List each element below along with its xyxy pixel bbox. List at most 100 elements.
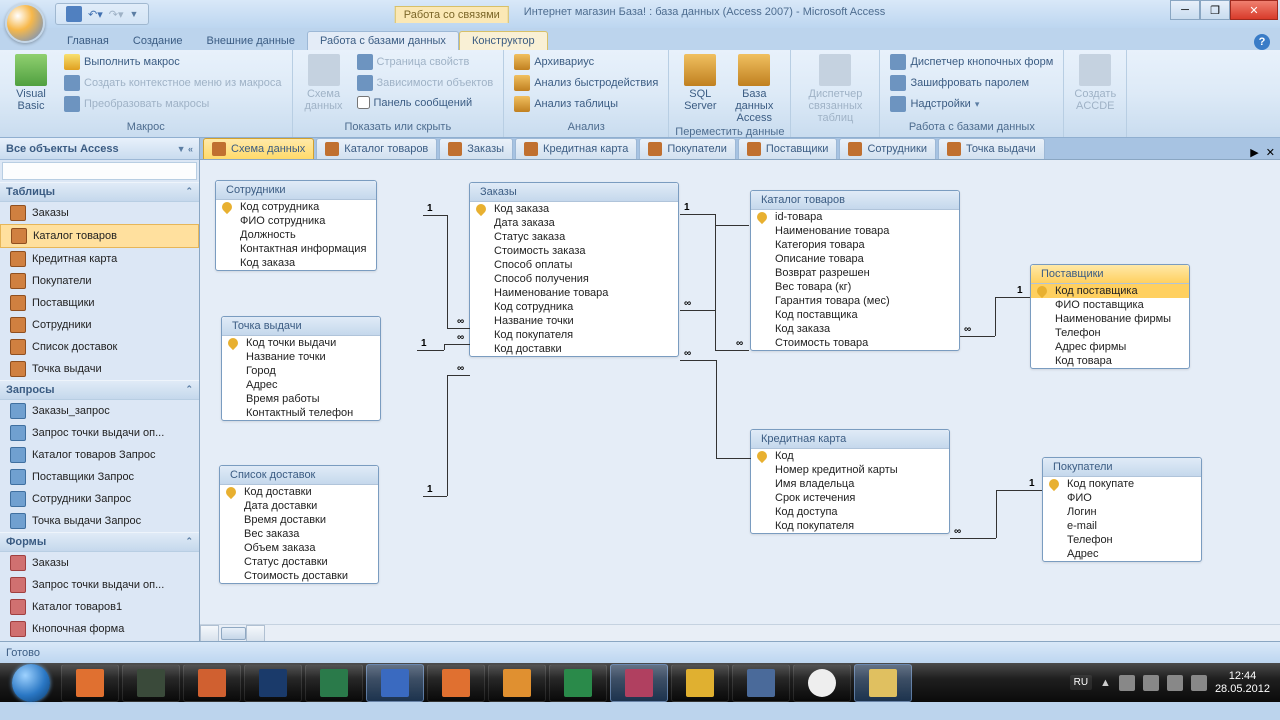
er-field[interactable]: Контактная информация bbox=[216, 242, 376, 256]
er-field[interactable]: Код bbox=[751, 449, 949, 463]
er-field[interactable]: Возврат разрешен bbox=[751, 266, 959, 280]
er-table[interactable]: ПокупателиКод покупатеФИОЛогинe-mailТеле… bbox=[1042, 457, 1202, 562]
er-field[interactable]: Стоимость заказа bbox=[470, 244, 678, 258]
er-field[interactable]: Код покупате bbox=[1043, 477, 1201, 491]
start-button[interactable] bbox=[4, 663, 58, 703]
nav-header[interactable]: Все объекты Access▼ « bbox=[0, 138, 199, 160]
er-field[interactable]: Статус доставки bbox=[220, 555, 378, 569]
er-table[interactable]: Каталог товаровid-товараНаименование тов… bbox=[750, 190, 960, 351]
er-field[interactable]: Наименование товара bbox=[751, 224, 959, 238]
er-table-header[interactable]: Поставщики bbox=[1031, 265, 1189, 284]
er-field[interactable]: Номер кредитной карты bbox=[751, 463, 949, 477]
nav-item[interactable]: Кредитная карта bbox=[0, 248, 199, 270]
er-field[interactable]: Адрес фирмы bbox=[1031, 340, 1189, 354]
taskbar-app[interactable] bbox=[366, 664, 424, 702]
er-field[interactable]: Адрес bbox=[222, 378, 380, 392]
nav-item[interactable]: Заказы bbox=[0, 552, 199, 574]
tabs-scroll-icon[interactable]: ▶ bbox=[1250, 146, 1258, 159]
nav-item[interactable]: Поставщики bbox=[0, 292, 199, 314]
nav-item[interactable]: Поставщики Запрос bbox=[0, 466, 199, 488]
taskbar-app[interactable] bbox=[183, 664, 241, 702]
message-bar-button[interactable]: Панель сообщений bbox=[353, 94, 498, 111]
er-table-header[interactable]: Список доставок bbox=[220, 466, 378, 485]
relationship-canvas[interactable]: Сотрудники Код сотрудника ФИО сотрудникаДо… bbox=[200, 160, 1280, 641]
undo-icon[interactable]: ↶▾ bbox=[88, 8, 103, 21]
lang-indicator[interactable]: RU bbox=[1070, 675, 1092, 690]
save-icon[interactable] bbox=[66, 6, 82, 22]
dependencies-button[interactable]: Зависимости объектов bbox=[353, 73, 498, 93]
document-tab[interactable]: Сотрудники bbox=[839, 138, 936, 159]
nav-item[interactable]: Сотрудники bbox=[0, 314, 199, 336]
er-field[interactable]: Время доставки bbox=[220, 513, 378, 527]
linked-table-mgr-button[interactable]: Диспетчер связанных таблиц bbox=[797, 52, 873, 126]
document-tab[interactable]: Заказы bbox=[439, 138, 513, 159]
nav-group-header[interactable]: Формы⌃ bbox=[0, 532, 199, 552]
network-icon[interactable] bbox=[1167, 675, 1183, 691]
run-macro-button[interactable]: Выполнить макрос bbox=[60, 52, 286, 72]
nav-search-input[interactable] bbox=[2, 162, 197, 180]
er-field[interactable]: id-товара bbox=[751, 210, 959, 224]
table-analyze-button[interactable]: Анализ таблицы bbox=[510, 94, 662, 114]
er-table-header[interactable]: Каталог товаров bbox=[751, 191, 959, 210]
tray-expand-icon[interactable]: ▲ bbox=[1100, 677, 1111, 689]
er-field[interactable]: Должность bbox=[216, 228, 376, 242]
er-table-header[interactable]: Сотрудники bbox=[216, 181, 376, 200]
er-field[interactable]: e-mail bbox=[1043, 519, 1201, 533]
nav-item[interactable]: Заказы_запрос bbox=[0, 400, 199, 422]
er-field[interactable]: Гарантия товара (мес) bbox=[751, 294, 959, 308]
nav-item[interactable]: Сотрудники Запрос bbox=[0, 488, 199, 510]
help-icon[interactable]: ? bbox=[1254, 34, 1270, 50]
er-field[interactable]: ФИО сотрудника bbox=[216, 214, 376, 228]
er-field[interactable]: Код сотрудника bbox=[470, 300, 678, 314]
nav-item[interactable]: Заказы bbox=[0, 202, 199, 224]
taskbar-app[interactable] bbox=[854, 664, 912, 702]
er-field[interactable]: ФИО bbox=[1043, 491, 1201, 505]
nav-item[interactable]: Список доставок bbox=[0, 336, 199, 358]
taskbar-app[interactable] bbox=[61, 664, 119, 702]
er-field[interactable]: Вес заказа bbox=[220, 527, 378, 541]
er-field[interactable]: Срок истечения bbox=[751, 491, 949, 505]
document-tab[interactable]: Кредитная карта bbox=[515, 138, 637, 159]
er-field[interactable]: Дата заказа bbox=[470, 216, 678, 230]
er-field[interactable]: Код покупателя bbox=[470, 328, 678, 342]
tray-icon[interactable] bbox=[1143, 675, 1159, 691]
taskbar-app[interactable] bbox=[793, 664, 851, 702]
er-field[interactable]: Адрес bbox=[1043, 547, 1201, 561]
archiver-button[interactable]: Архивариус bbox=[510, 52, 662, 72]
er-table-header[interactable]: Заказы bbox=[470, 183, 678, 202]
clock[interactable]: 12:4428.05.2012 bbox=[1215, 670, 1270, 696]
er-table[interactable]: ЗаказыКод заказаДата заказаСтатус заказа… bbox=[469, 182, 679, 357]
taskbar-app[interactable] bbox=[488, 664, 546, 702]
nav-item[interactable]: Кнопочная форма bbox=[0, 618, 199, 640]
make-accde-button[interactable]: Создать ACCDE bbox=[1070, 52, 1120, 114]
er-field[interactable]: Название точки bbox=[470, 314, 678, 328]
nav-item[interactable]: Каталог товаров bbox=[0, 224, 199, 248]
taskbar-app[interactable] bbox=[122, 664, 180, 702]
document-tab[interactable]: Поставщики bbox=[738, 138, 838, 159]
er-field[interactable]: Название точки bbox=[222, 350, 380, 364]
tray-icon[interactable] bbox=[1119, 675, 1135, 691]
nav-item[interactable]: Покупатели bbox=[0, 270, 199, 292]
er-field[interactable]: Телефон bbox=[1043, 533, 1201, 547]
er-field[interactable]: Категория товара bbox=[751, 238, 959, 252]
taskbar-app[interactable] bbox=[671, 664, 729, 702]
switchboard-button[interactable]: Диспетчер кнопочных форм bbox=[886, 52, 1057, 72]
taskbar-app[interactable] bbox=[610, 664, 668, 702]
nav-item[interactable]: Точка выдачи bbox=[0, 358, 199, 380]
er-field[interactable]: Код товара bbox=[1031, 354, 1189, 368]
nav-item[interactable]: Каталог товаров Запрос bbox=[0, 444, 199, 466]
redo-icon[interactable]: ↷▾ bbox=[109, 8, 124, 21]
er-field[interactable]: Код доставки bbox=[470, 342, 678, 356]
er-field[interactable]: Наименование фирмы bbox=[1031, 312, 1189, 326]
er-field[interactable]: ФИО поставщика bbox=[1031, 298, 1189, 312]
document-tab[interactable]: Точка выдачи bbox=[938, 138, 1045, 159]
er-table[interactable]: ПоставщикиКод поставщикаФИО поставщикаНа… bbox=[1030, 264, 1190, 369]
taskbar-app[interactable] bbox=[732, 664, 790, 702]
er-table[interactable]: Кредитная картаКодНомер кредитной картыИ… bbox=[750, 429, 950, 534]
access-db-button[interactable]: База данных Access bbox=[729, 52, 779, 126]
document-tab[interactable]: Каталог товаров bbox=[316, 138, 437, 159]
er-field[interactable]: Код поставщика bbox=[751, 308, 959, 322]
er-table-header[interactable]: Кредитная карта bbox=[751, 430, 949, 449]
addins-button[interactable]: Надстройки ▾ bbox=[886, 94, 1057, 114]
er-field[interactable]: Стоимость доставки bbox=[220, 569, 378, 583]
